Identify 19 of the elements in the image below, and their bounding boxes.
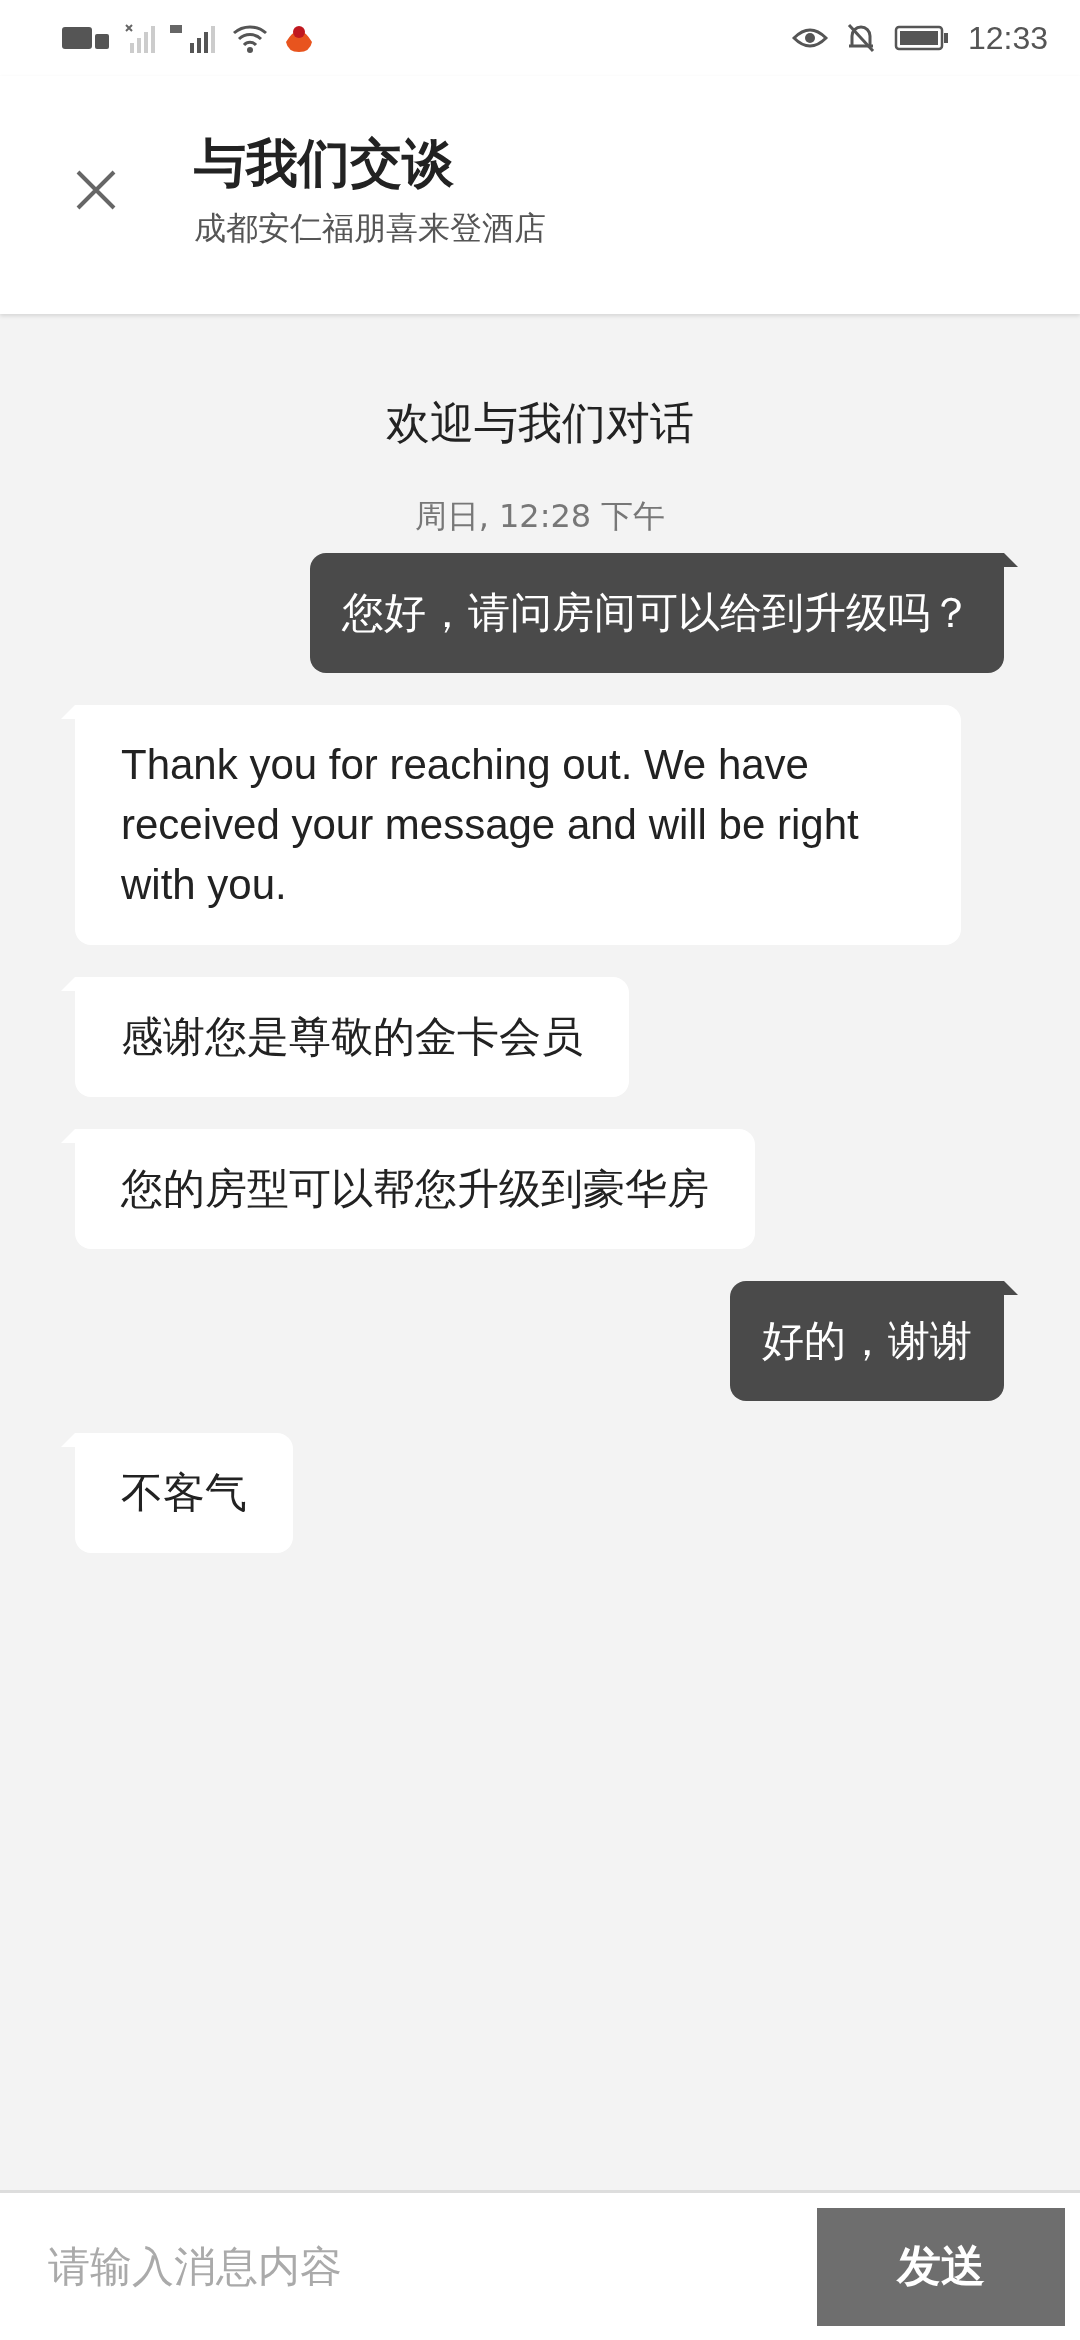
battery-icon (893, 24, 950, 52)
received-message: Thank you for reaching out. We have received your message and will be right with you. (61, 705, 961, 945)
bell-muted-icon (845, 22, 876, 54)
header-title: 与我们交谈 (194, 132, 455, 195)
sent-message: 您好，请问房间可以给到升级吗？ (310, 553, 1018, 673)
received-message: 不客气 (61, 1433, 293, 1553)
close-icon (74, 168, 118, 212)
header-subtitle: 成都安仁福朋喜来登酒店 (194, 208, 546, 249)
received-message: 感谢您是尊敬的金卡会员 (61, 977, 629, 1097)
status-time: 12:33 (967, 19, 1048, 57)
welcome-heading: 欢迎与我们对话 (386, 396, 694, 450)
timestamp: 周日, 12:28 下午 (414, 496, 666, 537)
close-button[interactable] (74, 168, 118, 212)
signal-icon (124, 23, 158, 53)
message-input-field[interactable]: 请输入消息内容 (46, 2241, 797, 2292)
wifi-icon (232, 23, 270, 53)
sent-message: 好的，谢谢 (730, 1281, 1018, 1401)
received-message: 您的房型可以帮您升级到豪华房 (61, 1129, 755, 1249)
send-button[interactable]: 发送 (817, 2207, 1065, 2326)
